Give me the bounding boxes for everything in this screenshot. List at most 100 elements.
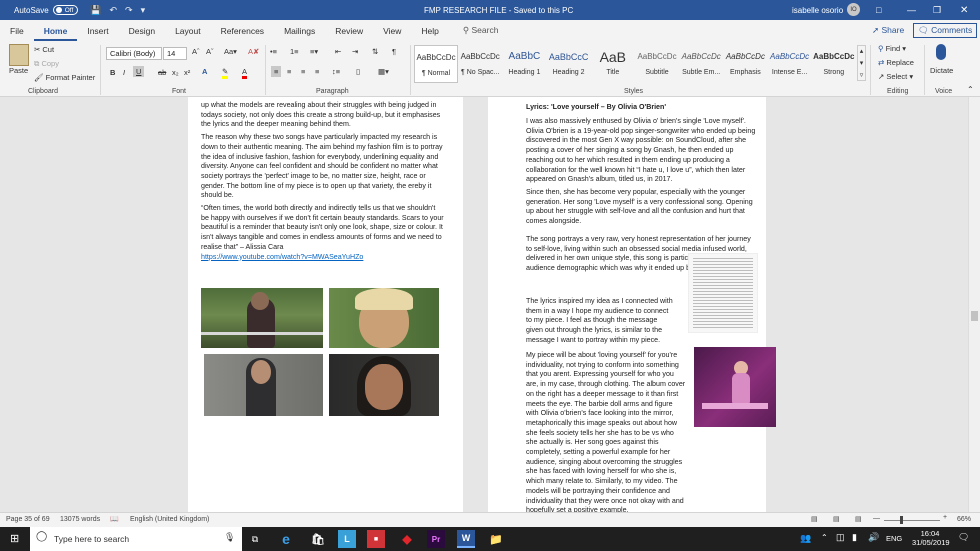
redo-icon[interactable]: ↷ bbox=[125, 5, 133, 16]
style-9[interactable]: AaBbCcDc Strong bbox=[812, 45, 856, 83]
avatar[interactable]: IO bbox=[847, 3, 860, 16]
underline-button[interactable]: U bbox=[133, 66, 145, 77]
print-layout-icon[interactable]: ▤ bbox=[833, 515, 840, 523]
cut-button[interactable]: ✂ Cut bbox=[34, 45, 54, 54]
windows-start-icon[interactable]: ⊞ bbox=[10, 532, 19, 545]
microphone-icon[interactable] bbox=[936, 44, 946, 60]
align-left-icon[interactable]: ≡ bbox=[271, 66, 282, 77]
tab-review[interactable]: Review bbox=[325, 26, 373, 41]
web-layout-icon[interactable]: ▤ bbox=[855, 515, 862, 523]
youtube-link[interactable]: https://www.youtube.com/watch?v=MWASeaYu… bbox=[201, 253, 444, 263]
tell-me-search[interactable]: ⚲ Search bbox=[463, 25, 499, 41]
align-right-icon[interactable]: ≡ bbox=[301, 67, 305, 76]
style-8[interactable]: AaBbCcDc Intense E... bbox=[768, 45, 812, 83]
replace-button[interactable]: ⇄ Replace bbox=[878, 58, 914, 67]
customize-toolbar-icon[interactable]: ▾ bbox=[141, 5, 146, 16]
shrink-font-icon[interactable]: Aˇ bbox=[206, 47, 214, 56]
zoom-slider[interactable] bbox=[884, 520, 940, 521]
document-workspace[interactable]: up what the models are revealing about t… bbox=[0, 97, 968, 512]
align-center-icon[interactable]: ≡ bbox=[287, 67, 291, 76]
format-painter-button[interactable]: 🖌 Format Painter bbox=[34, 73, 95, 82]
text-effects-icon[interactable]: A bbox=[202, 67, 207, 76]
find-button[interactable]: ⚲ Find ▾ bbox=[878, 44, 906, 53]
copy-button[interactable]: ⧉ Copy bbox=[34, 59, 59, 69]
network-icon[interactable]: ◫ bbox=[836, 532, 845, 543]
tab-layout[interactable]: Layout bbox=[165, 26, 211, 41]
zoom-level[interactable]: 66% bbox=[957, 516, 971, 523]
font-color-icon[interactable]: A bbox=[242, 67, 248, 79]
shading-icon[interactable]: ▯ bbox=[356, 67, 360, 76]
change-case-icon[interactable]: Aa▾ bbox=[224, 47, 237, 56]
premiere-icon[interactable]: Pr bbox=[427, 530, 445, 548]
zoom-slider-thumb[interactable] bbox=[900, 516, 903, 524]
font-name-select[interactable]: Calibri (Body) bbox=[106, 47, 162, 60]
app-red-icon[interactable]: ■ bbox=[367, 530, 385, 548]
tab-help[interactable]: Help bbox=[411, 26, 448, 41]
read-mode-icon[interactable]: ▤ bbox=[811, 515, 818, 523]
microphone-icon[interactable]: 🎙 bbox=[224, 532, 235, 543]
style-5[interactable]: AaBbCcDc Subtitle bbox=[635, 45, 679, 83]
subscript-button[interactable]: x₂ bbox=[172, 68, 179, 77]
style-0[interactable]: AaBbCcDc ¶ Normal bbox=[414, 45, 458, 83]
line-spacing-icon[interactable]: ↕≡ bbox=[332, 67, 340, 76]
page-left-text[interactable]: up what the models are revealing about t… bbox=[201, 101, 444, 265]
justify-icon[interactable]: ≡ bbox=[315, 67, 319, 76]
comments-button[interactable]: 🗨 Comments bbox=[913, 23, 978, 38]
store-icon[interactable]: 🛍 bbox=[309, 530, 327, 548]
page-count[interactable]: Page 35 of 69 bbox=[6, 516, 50, 523]
taskbar-search[interactable]: ◯ Type here to search 🎙 bbox=[30, 527, 242, 551]
sort-icon[interactable]: ⇅ bbox=[372, 47, 378, 56]
page-right-text-top[interactable]: I was also massively enthused by Olivia … bbox=[526, 117, 758, 230]
tab-file[interactable]: File bbox=[0, 26, 34, 41]
paragraph-p5[interactable]: My piece will be about 'loving yourself'… bbox=[526, 351, 686, 512]
font-size-select[interactable]: 14 bbox=[163, 47, 187, 60]
tab-design[interactable]: Design bbox=[119, 26, 165, 41]
decrease-indent-icon[interactable]: ⇤ bbox=[335, 47, 341, 56]
select-button[interactable]: ↗ Select ▾ bbox=[878, 72, 913, 81]
office-icon[interactable]: ◆ bbox=[398, 530, 416, 548]
ribbon-display-icon[interactable]: □ bbox=[876, 5, 881, 15]
pilcrow-icon[interactable]: ¶ bbox=[392, 47, 396, 56]
bold-button[interactable]: B bbox=[110, 68, 115, 77]
grow-font-icon[interactable]: Aˆ bbox=[192, 47, 200, 56]
language-indicator[interactable]: English (United Kingdom) bbox=[130, 516, 209, 523]
superscript-button[interactable]: x² bbox=[184, 68, 190, 77]
notifications-icon[interactable]: 🗨 bbox=[958, 532, 969, 543]
styles-scroll[interactable]: ▴ ▾ ▿ bbox=[857, 45, 866, 81]
collapse-ribbon-icon[interactable]: ⌃ bbox=[967, 85, 974, 94]
app-l-icon[interactable]: L bbox=[338, 530, 356, 548]
numbering-icon[interactable]: 1≡ bbox=[290, 47, 299, 56]
tab-insert[interactable]: Insert bbox=[77, 26, 118, 41]
vertical-scrollbar[interactable] bbox=[968, 97, 980, 512]
scrollbar-thumb[interactable] bbox=[971, 311, 978, 321]
increase-indent-icon[interactable]: ⇥ bbox=[352, 47, 358, 56]
autosave-toggle[interactable]: Off bbox=[52, 5, 79, 15]
clear-formatting-icon[interactable]: A✘ bbox=[248, 47, 259, 56]
style-2[interactable]: AaBbC Heading 1 bbox=[502, 45, 546, 83]
word-count[interactable]: 13075 words bbox=[60, 516, 100, 523]
word-icon[interactable]: W bbox=[457, 530, 475, 548]
multilevel-list-icon[interactable]: ≡▾ bbox=[310, 47, 318, 56]
user-name[interactable]: isabelle osorio bbox=[792, 6, 843, 15]
tab-view[interactable]: View bbox=[373, 26, 411, 41]
style-6[interactable]: AaBbCcDc Subtle Em... bbox=[679, 45, 723, 83]
paste-button[interactable]: Paste bbox=[9, 66, 28, 75]
borders-icon[interactable]: ▦▾ bbox=[378, 67, 389, 76]
language-indicator[interactable]: ENG bbox=[886, 534, 902, 543]
share-button[interactable]: ➚ Share bbox=[872, 25, 904, 36]
highlight-icon[interactable]: ✎ bbox=[222, 67, 229, 79]
maximize-icon[interactable]: ❐ bbox=[933, 5, 941, 16]
minimize-icon[interactable]: — bbox=[907, 5, 916, 15]
zoom-in-button[interactable]: + bbox=[943, 514, 947, 521]
paragraph-p4[interactable]: The lyrics inspired my idea as I connect… bbox=[526, 297, 674, 346]
tab-references[interactable]: References bbox=[211, 26, 274, 41]
zoom-out-button[interactable]: — bbox=[873, 515, 880, 522]
style-1[interactable]: AaBbCcDc ¶ No Spac... bbox=[458, 45, 502, 83]
bullets-icon[interactable]: •≡ bbox=[270, 47, 277, 56]
task-view-icon[interactable]: ⧉ bbox=[246, 530, 264, 548]
file-explorer-icon[interactable]: 📁 bbox=[487, 530, 505, 548]
edge-icon[interactable]: e bbox=[277, 530, 295, 548]
taskbar-clock[interactable]: 16:04 31/05/2019 bbox=[912, 529, 950, 547]
system-tray-chevron-icon[interactable]: ⌃ bbox=[821, 533, 828, 542]
people-icon[interactable]: 👥 bbox=[800, 533, 811, 544]
